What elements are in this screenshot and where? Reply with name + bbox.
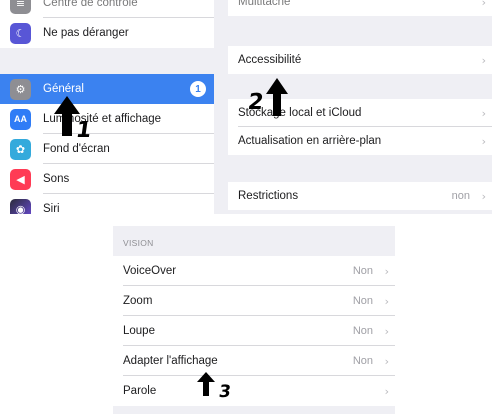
display-accommodations-row[interactable]: Adapter l'affichage Non › xyxy=(113,346,395,376)
magnifier-row[interactable]: Loupe Non › xyxy=(113,316,395,346)
row-label: Multitâche xyxy=(238,0,291,8)
sidebar-item-general[interactable]: ⚙ Général 1 xyxy=(0,74,214,104)
chevron-right-icon: › xyxy=(481,0,486,9)
chevron-right-icon: › xyxy=(384,384,389,398)
speech-row[interactable]: Parole › xyxy=(113,376,395,406)
sidebar-item-label: Sons xyxy=(43,173,70,185)
accessibility-vision-screenshot: VISION VoiceOver Non › Zoom Non › Loupe … xyxy=(113,226,395,414)
sidebar-item-label: Siri xyxy=(43,203,60,214)
row-value: Non xyxy=(352,295,373,307)
sidebar-item-label: Centre de contrôle xyxy=(43,0,138,9)
sidebar-item-siri[interactable]: ◉ Siri xyxy=(0,194,214,214)
sidebar-item-do-not-disturb[interactable]: ☾ Ne pas déranger xyxy=(0,18,214,48)
chevron-right-icon: › xyxy=(384,324,389,338)
vision-settings-group: VoiceOver Non › Zoom Non › Loupe Non › A… xyxy=(113,256,395,406)
row-label: Parole xyxy=(123,385,157,397)
row-value: Non xyxy=(352,265,373,277)
voiceover-row[interactable]: VoiceOver Non › xyxy=(113,256,395,286)
moon-icon: ☾ xyxy=(10,22,31,44)
detail-group-4: Restrictions non › xyxy=(228,182,492,210)
row-label: Restrictions xyxy=(238,190,299,202)
chevron-right-icon: › xyxy=(384,294,389,308)
siri-icon: ◉ xyxy=(10,198,31,214)
chevron-right-icon: › xyxy=(384,264,389,278)
speaker-icon: ◀ xyxy=(10,168,31,190)
sidebar-item-control-center[interactable]: ≡ Centre de contrôle xyxy=(0,0,214,18)
notification-badge: 1 xyxy=(190,81,206,97)
control-center-icon: ≡ xyxy=(10,0,31,14)
detail-group-2: Accessibilité › xyxy=(228,46,492,74)
sidebar-group-2: ⚙ Général 1 AA Luminosité et affichage ✿… xyxy=(0,74,214,214)
chevron-right-icon: › xyxy=(384,354,389,368)
sidebar-group-1: ≡ Centre de contrôle ☾ Ne pas déranger xyxy=(0,0,214,48)
sidebar-item-sounds[interactable]: ◀ Sons xyxy=(0,164,214,194)
settings-sidebar: ≡ Centre de contrôle ☾ Ne pas déranger ⚙… xyxy=(0,0,214,214)
row-value: non xyxy=(451,190,470,202)
section-header-vision: VISION xyxy=(123,238,154,248)
row-label: VoiceOver xyxy=(123,265,177,277)
row-label: Actualisation en arrière-plan xyxy=(238,135,382,147)
step-2-arrow-icon xyxy=(266,78,288,116)
gear-icon: ⚙ xyxy=(10,78,31,100)
chevron-right-icon: › xyxy=(481,134,486,148)
row-label: Loupe xyxy=(123,325,155,337)
display-brightness-icon: AA xyxy=(10,108,31,130)
sidebar-item-label: Ne pas déranger xyxy=(43,27,129,39)
background-refresh-row[interactable]: Actualisation en arrière-plan › xyxy=(228,127,492,155)
sidebar-item-wallpaper[interactable]: ✿ Fond d'écran xyxy=(0,134,214,164)
row-value: Non xyxy=(352,325,373,337)
sidebar-item-display-brightness[interactable]: AA Luminosité et affichage xyxy=(0,104,214,134)
sidebar-item-label: Fond d'écran xyxy=(43,143,110,155)
zoom-row[interactable]: Zoom Non › xyxy=(113,286,395,316)
row-value: Non xyxy=(352,355,373,367)
multitasking-row[interactable]: Multitâche › xyxy=(228,0,492,16)
chevron-right-icon: › xyxy=(481,189,486,203)
step-3-arrow-icon xyxy=(197,372,215,396)
row-label: Adapter l'affichage xyxy=(123,355,218,367)
accessibility-row[interactable]: Accessibilité › xyxy=(228,46,492,74)
chevron-right-icon: › xyxy=(481,53,486,67)
row-label: Accessibilité xyxy=(238,54,302,66)
wallpaper-icon: ✿ xyxy=(10,138,31,160)
restrictions-row[interactable]: Restrictions non › xyxy=(228,182,492,210)
chevron-right-icon: › xyxy=(481,106,486,120)
row-label: Zoom xyxy=(123,295,153,307)
detail-group-1: Multitâche › xyxy=(228,0,492,16)
